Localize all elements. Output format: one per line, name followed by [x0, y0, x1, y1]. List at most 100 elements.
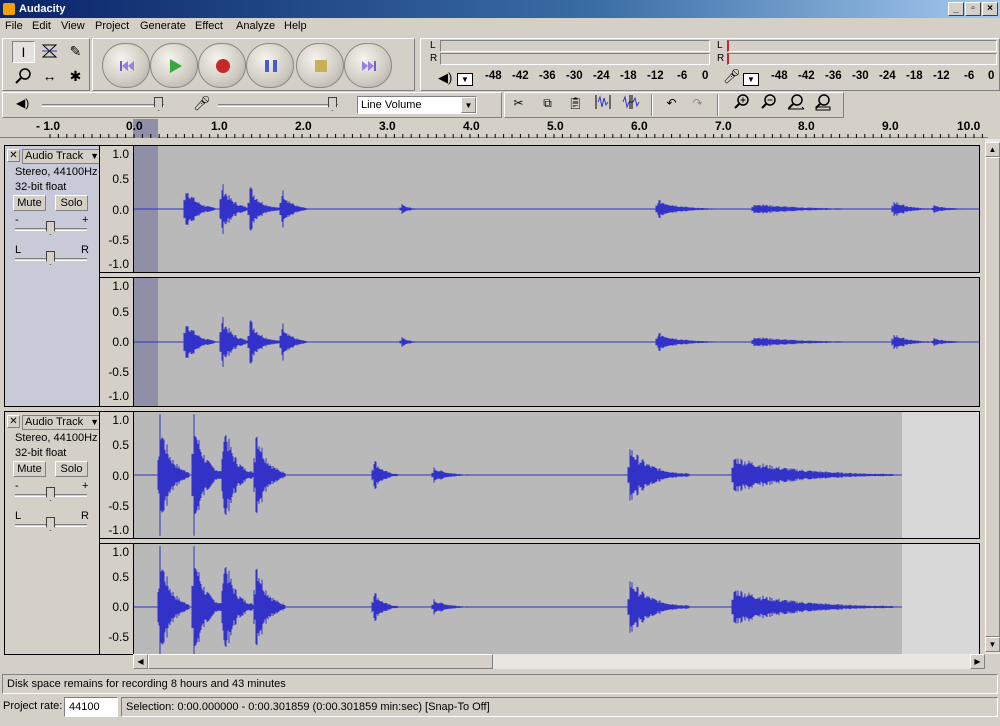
- fit-project-icon[interactable]: [811, 93, 834, 115]
- silence-icon[interactable]: [619, 93, 642, 115]
- vertical-scrollbar[interactable]: ▲ ▼: [985, 139, 1000, 654]
- menu-view[interactable]: View: [61, 20, 85, 32]
- solo-button[interactable]: Solo: [55, 461, 88, 477]
- stop-icon: [315, 60, 327, 72]
- pan-slider[interactable]: [46, 517, 55, 531]
- scroll-left-icon[interactable]: ◀: [133, 654, 148, 669]
- waveform-area[interactable]: [134, 146, 979, 272]
- waveform: [134, 414, 902, 536]
- input-volume-track[interactable]: [218, 104, 338, 107]
- horizontal-scrollbar[interactable]: ◀ ▶: [133, 654, 985, 669]
- chevron-down-icon[interactable]: ▼: [461, 97, 476, 113]
- fit-selection-icon[interactable]: [784, 93, 807, 115]
- mute-button[interactable]: Mute: [13, 461, 46, 477]
- input-meter-left: [727, 40, 997, 52]
- menu-help[interactable]: Help: [284, 20, 307, 32]
- menu-file[interactable]: File: [5, 20, 23, 32]
- project-rate-field[interactable]: 44100: [64, 697, 118, 717]
- title-bar: Audacity _ ▫ ×: [0, 0, 1000, 18]
- horizontal-scroll-thumb[interactable]: [148, 654, 493, 669]
- scale-label: -1.0: [108, 257, 129, 271]
- record-button[interactable]: [198, 43, 246, 88]
- audacity-app-icon: [3, 3, 15, 15]
- waveform-path: [134, 317, 979, 367]
- scroll-up-icon[interactable]: ▲: [985, 142, 1000, 157]
- pause-icon: [265, 60, 277, 72]
- stop-button[interactable]: [296, 43, 344, 88]
- scroll-right-icon[interactable]: ▶: [970, 654, 985, 669]
- close-button[interactable]: ×: [982, 2, 998, 16]
- timeline-ruler[interactable]: - 1.0 0.0 1.0 2.0 3.0 4.0 5.0 6.0 7.0 8.…: [0, 119, 988, 138]
- zoom-out-icon[interactable]: [757, 93, 780, 115]
- input-volume-icon: 🎤︎: [193, 95, 211, 111]
- microphone-icon[interactable]: 🎤︎: [723, 68, 741, 85]
- speaker-icon[interactable]: ◀): [438, 70, 452, 86]
- waveform-area[interactable]: [134, 278, 979, 406]
- timeshift-tool-icon[interactable]: ↔: [38, 66, 61, 88]
- selection-tool-icon[interactable]: I: [12, 41, 35, 63]
- skip-to-end-button[interactable]: [344, 43, 392, 88]
- waveform-area[interactable]: [134, 412, 979, 538]
- scale-tick: -12: [933, 70, 950, 82]
- paste-icon[interactable]: 📋︎: [564, 93, 587, 115]
- menu-analyze[interactable]: Analyze: [236, 20, 275, 32]
- cut-icon[interactable]: ✂: [507, 93, 530, 115]
- scale-label: -0.5: [108, 499, 129, 513]
- undo-icon[interactable]: ↶: [660, 93, 683, 115]
- copy-icon[interactable]: ⧉: [536, 93, 559, 115]
- selection-status: Selection: 0:00.000000 - 0:00.301859 (0:…: [121, 697, 998, 717]
- menu-generate[interactable]: Generate: [140, 20, 186, 32]
- scale-label: 1.0: [112, 413, 129, 427]
- skip-start-icon: [120, 61, 134, 71]
- chevron-down-icon: ▼: [90, 417, 99, 427]
- pause-button[interactable]: [246, 43, 294, 88]
- menu-effect[interactable]: Effect: [195, 20, 223, 32]
- gain-minus-label: -: [15, 480, 19, 492]
- trim-icon[interactable]: [591, 93, 614, 115]
- track1-channel-right[interactable]: 1.0 0.5 0.0 -0.5 -1.0: [99, 277, 980, 407]
- skip-to-start-button[interactable]: [102, 43, 150, 88]
- toolbar-separator: [651, 94, 653, 116]
- menu-edit[interactable]: Edit: [32, 20, 51, 32]
- scale-tick: -6: [677, 70, 688, 82]
- output-meter-right-label: R: [430, 53, 438, 64]
- track2-channel-left[interactable]: 1.0 0.5 0.0 -0.5 -1.0: [99, 411, 980, 539]
- scroll-down-icon[interactable]: ▼: [985, 637, 1000, 652]
- pan-slider[interactable]: [46, 251, 55, 265]
- solo-button[interactable]: Solo: [55, 195, 88, 211]
- input-meter-dropdown-icon[interactable]: ▼: [743, 73, 759, 86]
- scale-tick: -30: [852, 70, 869, 82]
- output-volume-track: [42, 104, 164, 107]
- vertical-scroll-thumb[interactable]: [985, 157, 1000, 637]
- track-name-menu[interactable]: Audio Track ▼: [22, 415, 102, 430]
- close-track-icon[interactable]: ✕: [7, 149, 20, 162]
- track-name-menu[interactable]: Audio Track ▼: [22, 149, 102, 164]
- output-meter-dropdown-icon[interactable]: ▼: [457, 73, 473, 86]
- track1-channel-left[interactable]: 1.0 0.5 0.0 -0.5 -1.0: [99, 145, 980, 273]
- gain-slider[interactable]: [46, 221, 55, 235]
- close-track-icon[interactable]: ✕: [7, 415, 20, 428]
- track2-channel-right[interactable]: 1.0 0.5 0.0 -0.5: [99, 543, 980, 655]
- play-button[interactable]: [150, 43, 198, 88]
- zoom-tool-icon[interactable]: [12, 66, 35, 88]
- maximize-button[interactable]: ▫: [965, 2, 981, 16]
- track-control-panel[interactable]: ✕ Audio Track ▼ Stereo, 44100Hz 32-bit f…: [4, 145, 102, 407]
- redo-icon[interactable]: ↷: [686, 93, 709, 115]
- gain-slider[interactable]: [46, 487, 55, 501]
- minimize-button[interactable]: _: [948, 2, 964, 16]
- scale-label: 0.0: [112, 600, 129, 614]
- waveform-area[interactable]: [134, 544, 979, 654]
- input-source-select[interactable]: Line Volume ▼: [357, 96, 477, 114]
- zoom-in-icon[interactable]: [730, 93, 753, 115]
- draw-tool-icon[interactable]: ✎: [64, 41, 87, 63]
- pan-left-label: L: [15, 510, 22, 522]
- output-meter-left: [440, 40, 710, 52]
- mute-button[interactable]: Mute: [13, 195, 46, 211]
- menu-project[interactable]: Project: [95, 20, 129, 32]
- track-control-panel[interactable]: ✕ Audio Track ▼ Stereo, 44100Hz 32-bit f…: [4, 411, 102, 655]
- multi-tool-icon[interactable]: ✱: [64, 66, 87, 88]
- scale-label: 0.5: [112, 305, 129, 319]
- envelope-tool-icon[interactable]: [38, 41, 61, 63]
- scale-tick: -24: [879, 70, 896, 82]
- scale-tick: 0: [702, 70, 709, 82]
